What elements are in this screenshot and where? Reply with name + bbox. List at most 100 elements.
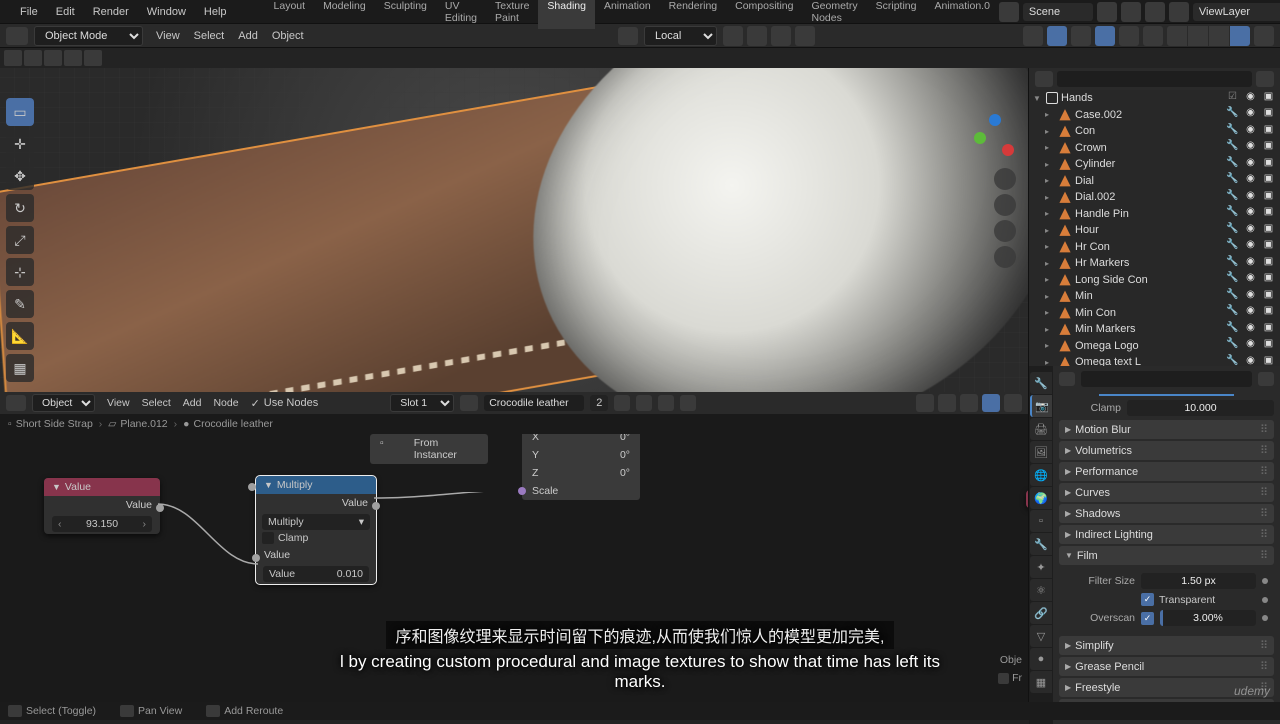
object-menu[interactable]: Object — [265, 27, 311, 45]
overlay-options-icon[interactable] — [1119, 26, 1139, 46]
outliner-item[interactable]: ▸Omega Logo🔧◉▣ — [1029, 338, 1280, 355]
multiply-value2-field[interactable]: Value0.010 — [263, 566, 369, 582]
outliner-item[interactable]: ▸Min Con🔧◉▣ — [1029, 305, 1280, 322]
material-name-input[interactable] — [484, 395, 584, 411]
scene-browse-icon[interactable] — [999, 2, 1019, 22]
modifier-icon[interactable]: 🔧 — [1225, 272, 1240, 287]
from-instancer-toggle[interactable]: ▫From Instancer — [370, 434, 488, 464]
transform-tool[interactable]: ⊹ — [6, 258, 34, 286]
fr-checkbox[interactable]: Fr — [998, 672, 1022, 684]
multiply-mode-dropdown[interactable]: Multiply▾ — [262, 514, 370, 530]
outliner-item[interactable]: ▸Case.002🔧◉▣ — [1029, 107, 1280, 124]
nav-gizmo[interactable] — [974, 114, 1016, 156]
node-canvas[interactable]: ▫From Instancer ▼Value Value ‹93.150› ▼M… — [0, 434, 1028, 702]
outliner-type-icon[interactable] — [1035, 71, 1053, 87]
render-icon[interactable]: ▣ — [1261, 107, 1276, 122]
render-icon[interactable]: ▣ — [1261, 173, 1276, 188]
snap-icon[interactable] — [723, 26, 743, 46]
node-select-menu[interactable]: Select — [136, 395, 177, 411]
modifier-tab-icon[interactable]: 🔧 — [1030, 533, 1052, 555]
cursor-tool[interactable]: ✛ — [6, 130, 34, 158]
material-tab-icon[interactable]: ● — [1030, 648, 1052, 670]
modifier-icon[interactable]: 🔧 — [1225, 124, 1240, 139]
render-icon[interactable]: ▣ — [1261, 355, 1276, 366]
eye-icon[interactable]: ◉ — [1243, 107, 1258, 122]
filter-size-field[interactable]: 1.50 px — [1141, 573, 1256, 589]
node-overlay-icon[interactable] — [938, 394, 956, 412]
modifier-icon[interactable]: 🔧 — [1225, 256, 1240, 271]
ws-layout[interactable]: Layout — [265, 0, 315, 29]
ws-compositing[interactable]: Compositing — [726, 0, 802, 29]
eye-icon[interactable]: ◉ — [1243, 256, 1258, 271]
ws-animation[interactable]: Animation — [595, 0, 660, 29]
material-users-badge[interactable]: 2 — [590, 395, 608, 411]
visibility-icon[interactable] — [1023, 26, 1043, 46]
multiply-node[interactable]: ▼Multiply Value Multiply▾ Clamp Value Va… — [256, 476, 376, 584]
zoom-gizmo-icon[interactable] — [994, 168, 1016, 190]
outliner-item[interactable]: ▸Cylinder🔧◉▣ — [1029, 156, 1280, 173]
modifier-icon[interactable]: 🔧 — [1225, 190, 1240, 205]
outliner-collection[interactable]: ▼ Hands ☑ ◉ ▣ — [1029, 90, 1280, 107]
node-node-menu[interactable]: Node — [207, 395, 244, 411]
scene-new-icon[interactable] — [1121, 2, 1141, 22]
xray-icon[interactable] — [1143, 26, 1163, 46]
scene-tab-icon[interactable]: 🌐 — [1030, 464, 1052, 486]
material-unlink-icon[interactable] — [658, 395, 674, 411]
modifier-icon[interactable]: 🔧 — [1225, 239, 1240, 254]
eye-icon[interactable]: ◉ — [1243, 173, 1258, 188]
viewlayer-browse-icon[interactable] — [1169, 2, 1189, 22]
overscan-checkbox[interactable]: ✓ — [1141, 612, 1154, 625]
tool-tab-icon[interactable]: 🔧 — [1030, 372, 1052, 394]
panel-header[interactable]: ▶Curves⠿ — [1059, 483, 1274, 502]
node-arrange-icon[interactable] — [960, 394, 978, 412]
output-tab-icon[interactable]: 🖨 — [1030, 418, 1052, 440]
camera-gizmo-icon[interactable] — [994, 220, 1016, 242]
material-slot-dropdown[interactable]: Slot 1 — [390, 394, 454, 412]
particle-tab-icon[interactable]: ✦ — [1030, 556, 1052, 578]
outliner-list[interactable]: ▼ Hands ☑ ◉ ▣ ▸Case.002🔧◉▣▸Con🔧◉▣▸Crown🔧… — [1029, 90, 1280, 366]
value-node-field[interactable]: ‹93.150› — [52, 516, 152, 532]
add-menu[interactable]: Add — [231, 27, 265, 45]
panel-header[interactable]: ▶Shadows⠿ — [1059, 504, 1274, 523]
ws-modeling[interactable]: Modeling — [314, 0, 375, 29]
modifier-icon[interactable]: 🔧 — [1225, 305, 1240, 320]
outliner-item[interactable]: ▸Min Markers🔧◉▣ — [1029, 321, 1280, 338]
pan-gizmo-icon[interactable] — [994, 194, 1016, 216]
eye-icon[interactable]: ◉ — [1243, 272, 1258, 287]
outliner-item[interactable]: ▸Hr Markers🔧◉▣ — [1029, 255, 1280, 272]
shading-options-icon[interactable] — [1254, 26, 1274, 46]
physics-tab-icon[interactable]: ⚛ — [1030, 579, 1052, 601]
node-add-menu[interactable]: Add — [177, 395, 208, 411]
eye-icon[interactable]: ◉ — [1243, 322, 1258, 337]
orientation-dropdown[interactable]: Local — [644, 26, 717, 46]
render-icon[interactable]: ▣ — [1261, 157, 1276, 172]
menu-help[interactable]: Help — [196, 3, 235, 21]
render-tab-icon[interactable]: 📷 — [1030, 395, 1052, 417]
render-icon[interactable]: ▣ — [1261, 223, 1276, 238]
outliner-filter-icon[interactable] — [1256, 71, 1274, 87]
outliner-item[interactable]: ▸Min🔧◉▣ — [1029, 288, 1280, 305]
proportional-falloff-icon[interactable] — [795, 26, 815, 46]
clamp-value-field[interactable]: 10.000 — [1127, 400, 1274, 416]
view-menu[interactable]: View — [149, 27, 187, 45]
eye-icon[interactable]: ◉ — [1243, 124, 1258, 139]
world-tab-icon[interactable]: 🌍 — [1030, 487, 1052, 509]
panel-header[interactable]: ▶Simplify⠿ — [1059, 636, 1274, 655]
ws-uvediting[interactable]: UV Editing — [436, 0, 486, 29]
material-fake-user-icon[interactable] — [614, 395, 630, 411]
move-tool[interactable]: ✥ — [6, 162, 34, 190]
modifier-icon[interactable]: 🔧 — [1225, 157, 1240, 172]
modifier-icon[interactable]: 🔧 — [1225, 206, 1240, 221]
editor-type-icon[interactable] — [6, 27, 28, 45]
transparent-anim-dot-icon[interactable] — [1262, 597, 1268, 603]
tool-preset-3-icon[interactable] — [44, 50, 62, 66]
node-options-icon[interactable] — [1004, 394, 1022, 412]
constraint-tab-icon[interactable]: 🔗 — [1030, 602, 1052, 624]
3d-viewport[interactable]: Options▼ ▭ ✛ ✥ ↻ ⤢ ⊹ ✎ � — [0, 68, 1028, 392]
ws-geonodes[interactable]: Geometry Nodes — [803, 0, 867, 29]
render-icon[interactable]: ▣ — [1261, 124, 1276, 139]
eye-icon[interactable]: ◉ — [1243, 355, 1258, 366]
tool-preset-2-icon[interactable] — [24, 50, 42, 66]
modifier-icon[interactable]: 🔧 — [1225, 355, 1240, 366]
render-icon[interactable]: ▣ — [1261, 305, 1276, 320]
